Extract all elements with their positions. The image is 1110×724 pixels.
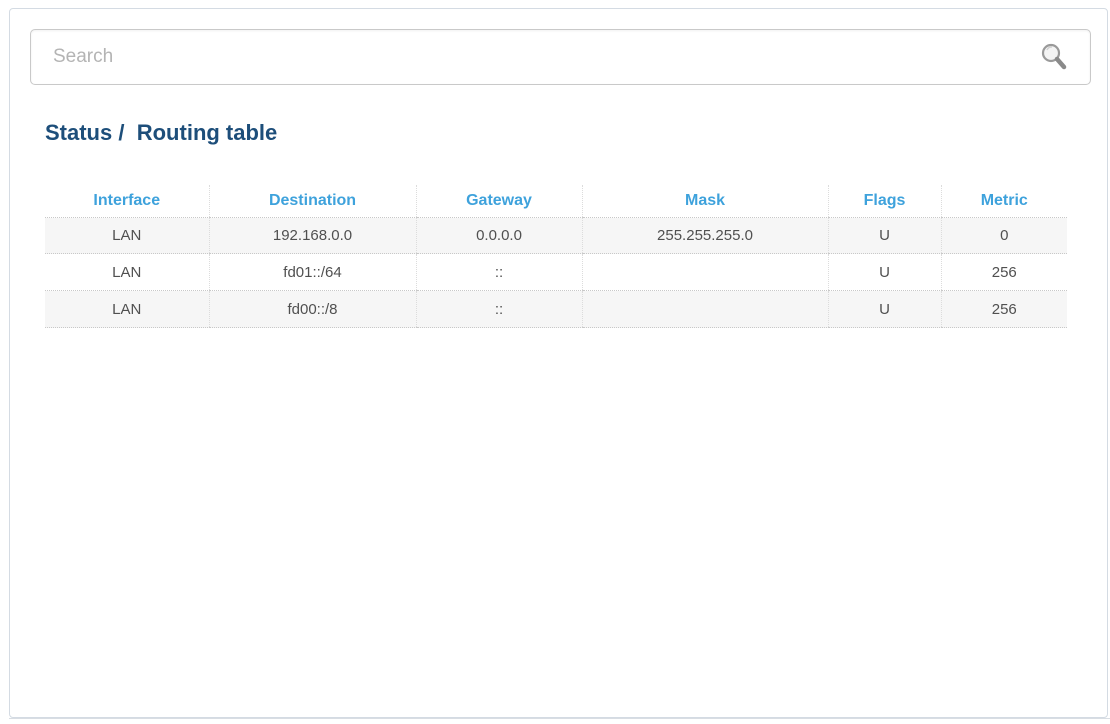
table-row: LAN fd01::/64 :: U 256	[45, 253, 1067, 291]
column-header-flags: Flags	[827, 185, 941, 218]
cell-metric: 256	[940, 290, 1067, 328]
cell-gateway: ::	[415, 253, 582, 291]
cell-interface: LAN	[45, 290, 209, 328]
content-panel	[9, 8, 1108, 718]
table-header-row: Interface Destination Gateway Mask Flags…	[45, 185, 1067, 218]
cell-flags: U	[827, 290, 941, 328]
search-input[interactable]	[53, 30, 1013, 84]
cell-flags: U	[827, 217, 941, 254]
cell-destination: fd00::/8	[208, 290, 416, 328]
column-header-destination: Destination	[208, 185, 416, 218]
cell-destination: 192.168.0.0	[208, 217, 416, 254]
page-title: Status / Routing table	[45, 120, 277, 146]
cell-interface: LAN	[45, 253, 209, 291]
cell-interface: LAN	[45, 217, 209, 254]
search-box[interactable]	[30, 29, 1091, 85]
column-header-interface: Interface	[45, 185, 209, 218]
breadcrumb-separator: /	[118, 120, 125, 145]
column-header-gateway: Gateway	[415, 185, 582, 218]
cell-metric: 256	[940, 253, 1067, 291]
cell-destination: fd01::/64	[208, 253, 416, 291]
cell-mask	[581, 290, 828, 328]
cell-metric: 0	[940, 217, 1067, 254]
breadcrumb-section[interactable]: Status	[45, 120, 112, 145]
cell-mask	[581, 253, 828, 291]
routing-table: Interface Destination Gateway Mask Flags…	[45, 185, 1067, 328]
cell-gateway: ::	[415, 290, 582, 328]
column-header-metric: Metric	[940, 185, 1067, 218]
divider	[9, 718, 1110, 719]
search-icon[interactable]	[1040, 42, 1068, 72]
table-row: LAN fd00::/8 :: U 256	[45, 290, 1067, 328]
table-row: LAN 192.168.0.0 0.0.0.0 255.255.255.0 U …	[45, 217, 1067, 254]
column-header-mask: Mask	[581, 185, 828, 218]
cell-gateway: 0.0.0.0	[415, 217, 582, 254]
cell-flags: U	[827, 253, 941, 291]
breadcrumb-current: Routing table	[136, 120, 278, 145]
cell-mask: 255.255.255.0	[581, 217, 828, 254]
